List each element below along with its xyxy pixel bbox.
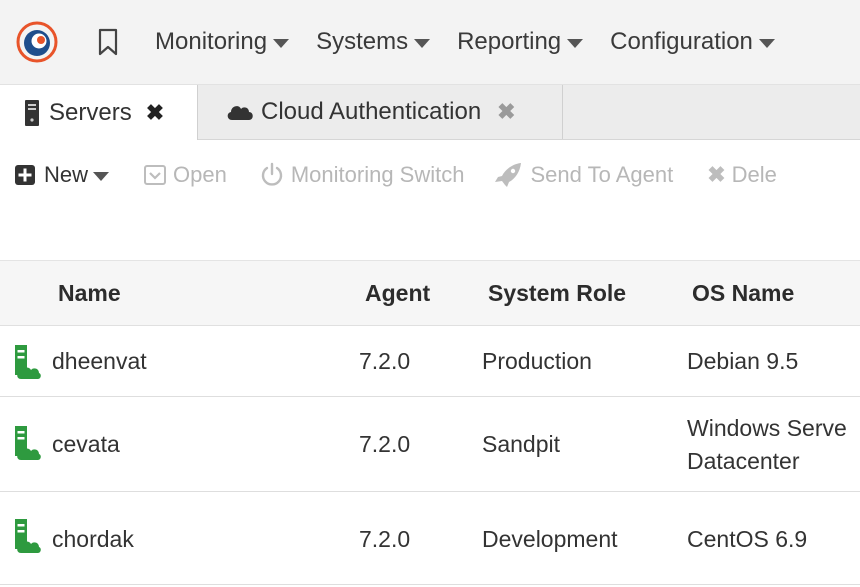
- chevron-down-icon: [93, 171, 110, 181]
- send-to-agent-button[interactable]: Send To Agent: [494, 161, 673, 189]
- open-button-label: Open: [173, 162, 227, 187]
- monitoring-switch-label: Monitoring Switch: [290, 162, 465, 187]
- server-cloud-icon: [12, 518, 42, 560]
- chevron-down-icon: [567, 38, 584, 48]
- table-row[interactable]: cevata 7.2.0 Sandpit Windows Serve Datac…: [0, 397, 860, 492]
- system-role: Development: [482, 526, 618, 552]
- app-logo[interactable]: [15, 20, 59, 64]
- os-name-line-2: Datacenter: [687, 448, 800, 474]
- menu-configuration-label: Configuration: [610, 28, 753, 55]
- delete-button-label: Dele: [731, 162, 777, 187]
- menu-configuration[interactable]: Configuration: [610, 28, 775, 56]
- tab-cloud-authentication-label: Cloud Authentication: [261, 98, 482, 125]
- delete-icon: ✖: [707, 162, 726, 187]
- open-icon: [143, 163, 173, 187]
- menu-systems-label: Systems: [316, 28, 409, 55]
- menu-reporting[interactable]: Reporting: [457, 28, 584, 56]
- agent-version: 7.2.0: [359, 526, 411, 552]
- server-name[interactable]: chordak: [52, 526, 134, 553]
- column-header-system-role[interactable]: System Role: [488, 280, 626, 307]
- delete-button[interactable]: ✖ Dele: [707, 162, 777, 188]
- menu-monitoring-label: Monitoring: [155, 28, 268, 55]
- cloud-icon: [225, 102, 255, 122]
- top-navigation: Monitoring Systems Reporting Configurati…: [0, 0, 860, 85]
- chevron-down-icon: [273, 38, 290, 48]
- new-button-label: New: [44, 162, 89, 187]
- rocket-icon: [494, 161, 530, 189]
- close-icon[interactable]: ✖: [497, 99, 515, 125]
- close-icon[interactable]: ✖: [146, 100, 164, 126]
- table-header: Name Agent System Role OS Name: [0, 260, 860, 326]
- server-cloud-icon: [12, 425, 42, 467]
- plus-square-icon: [14, 164, 42, 186]
- column-header-os-name[interactable]: OS Name: [692, 280, 794, 307]
- table-row[interactable]: dheenvat 7.2.0 Production Debian 9.5: [0, 326, 860, 397]
- power-icon: [259, 162, 291, 188]
- tab-servers[interactable]: Servers ✖: [0, 85, 198, 140]
- server-name[interactable]: dheenvat: [52, 348, 147, 375]
- monitoring-switch-button[interactable]: Monitoring Switch: [259, 162, 465, 188]
- toolbar: New Open Monitoring Switch Send To Agent…: [0, 148, 860, 202]
- server-icon: [24, 99, 40, 127]
- os-name: Debian 9.5: [687, 348, 799, 374]
- os-name: CentOS 6.9: [687, 526, 808, 552]
- system-role: Production: [482, 348, 592, 374]
- menu-systems[interactable]: Systems: [316, 28, 431, 56]
- server-cloud-icon: [12, 344, 42, 386]
- send-to-agent-label: Send To Agent: [530, 162, 674, 187]
- open-button[interactable]: Open: [143, 162, 227, 188]
- agent-version: 7.2.0: [359, 431, 411, 457]
- tab-bar: Servers ✖ Cloud Authentication ✖: [0, 85, 860, 140]
- bookmark-icon[interactable]: [97, 28, 119, 56]
- column-header-name[interactable]: Name: [58, 280, 121, 307]
- column-header-agent[interactable]: Agent: [365, 280, 430, 307]
- menu-reporting-label: Reporting: [457, 28, 562, 55]
- tab-cloud-authentication[interactable]: Cloud Authentication ✖: [199, 85, 563, 139]
- os-name-line-1: Windows Serve: [687, 415, 847, 441]
- servers-table: Name Agent System Role OS Name dheenvat …: [0, 260, 860, 585]
- chevron-down-icon: [414, 38, 431, 48]
- menu-monitoring[interactable]: Monitoring: [155, 28, 290, 56]
- table-row[interactable]: chordak 7.2.0 Development CentOS 6.9: [0, 492, 860, 585]
- system-role: Sandpit: [482, 431, 561, 457]
- chevron-down-icon: [758, 38, 775, 48]
- server-name[interactable]: cevata: [52, 431, 120, 458]
- new-button[interactable]: New: [14, 162, 110, 188]
- agent-version: 7.2.0: [359, 348, 411, 374]
- tab-servers-label: Servers: [49, 98, 132, 126]
